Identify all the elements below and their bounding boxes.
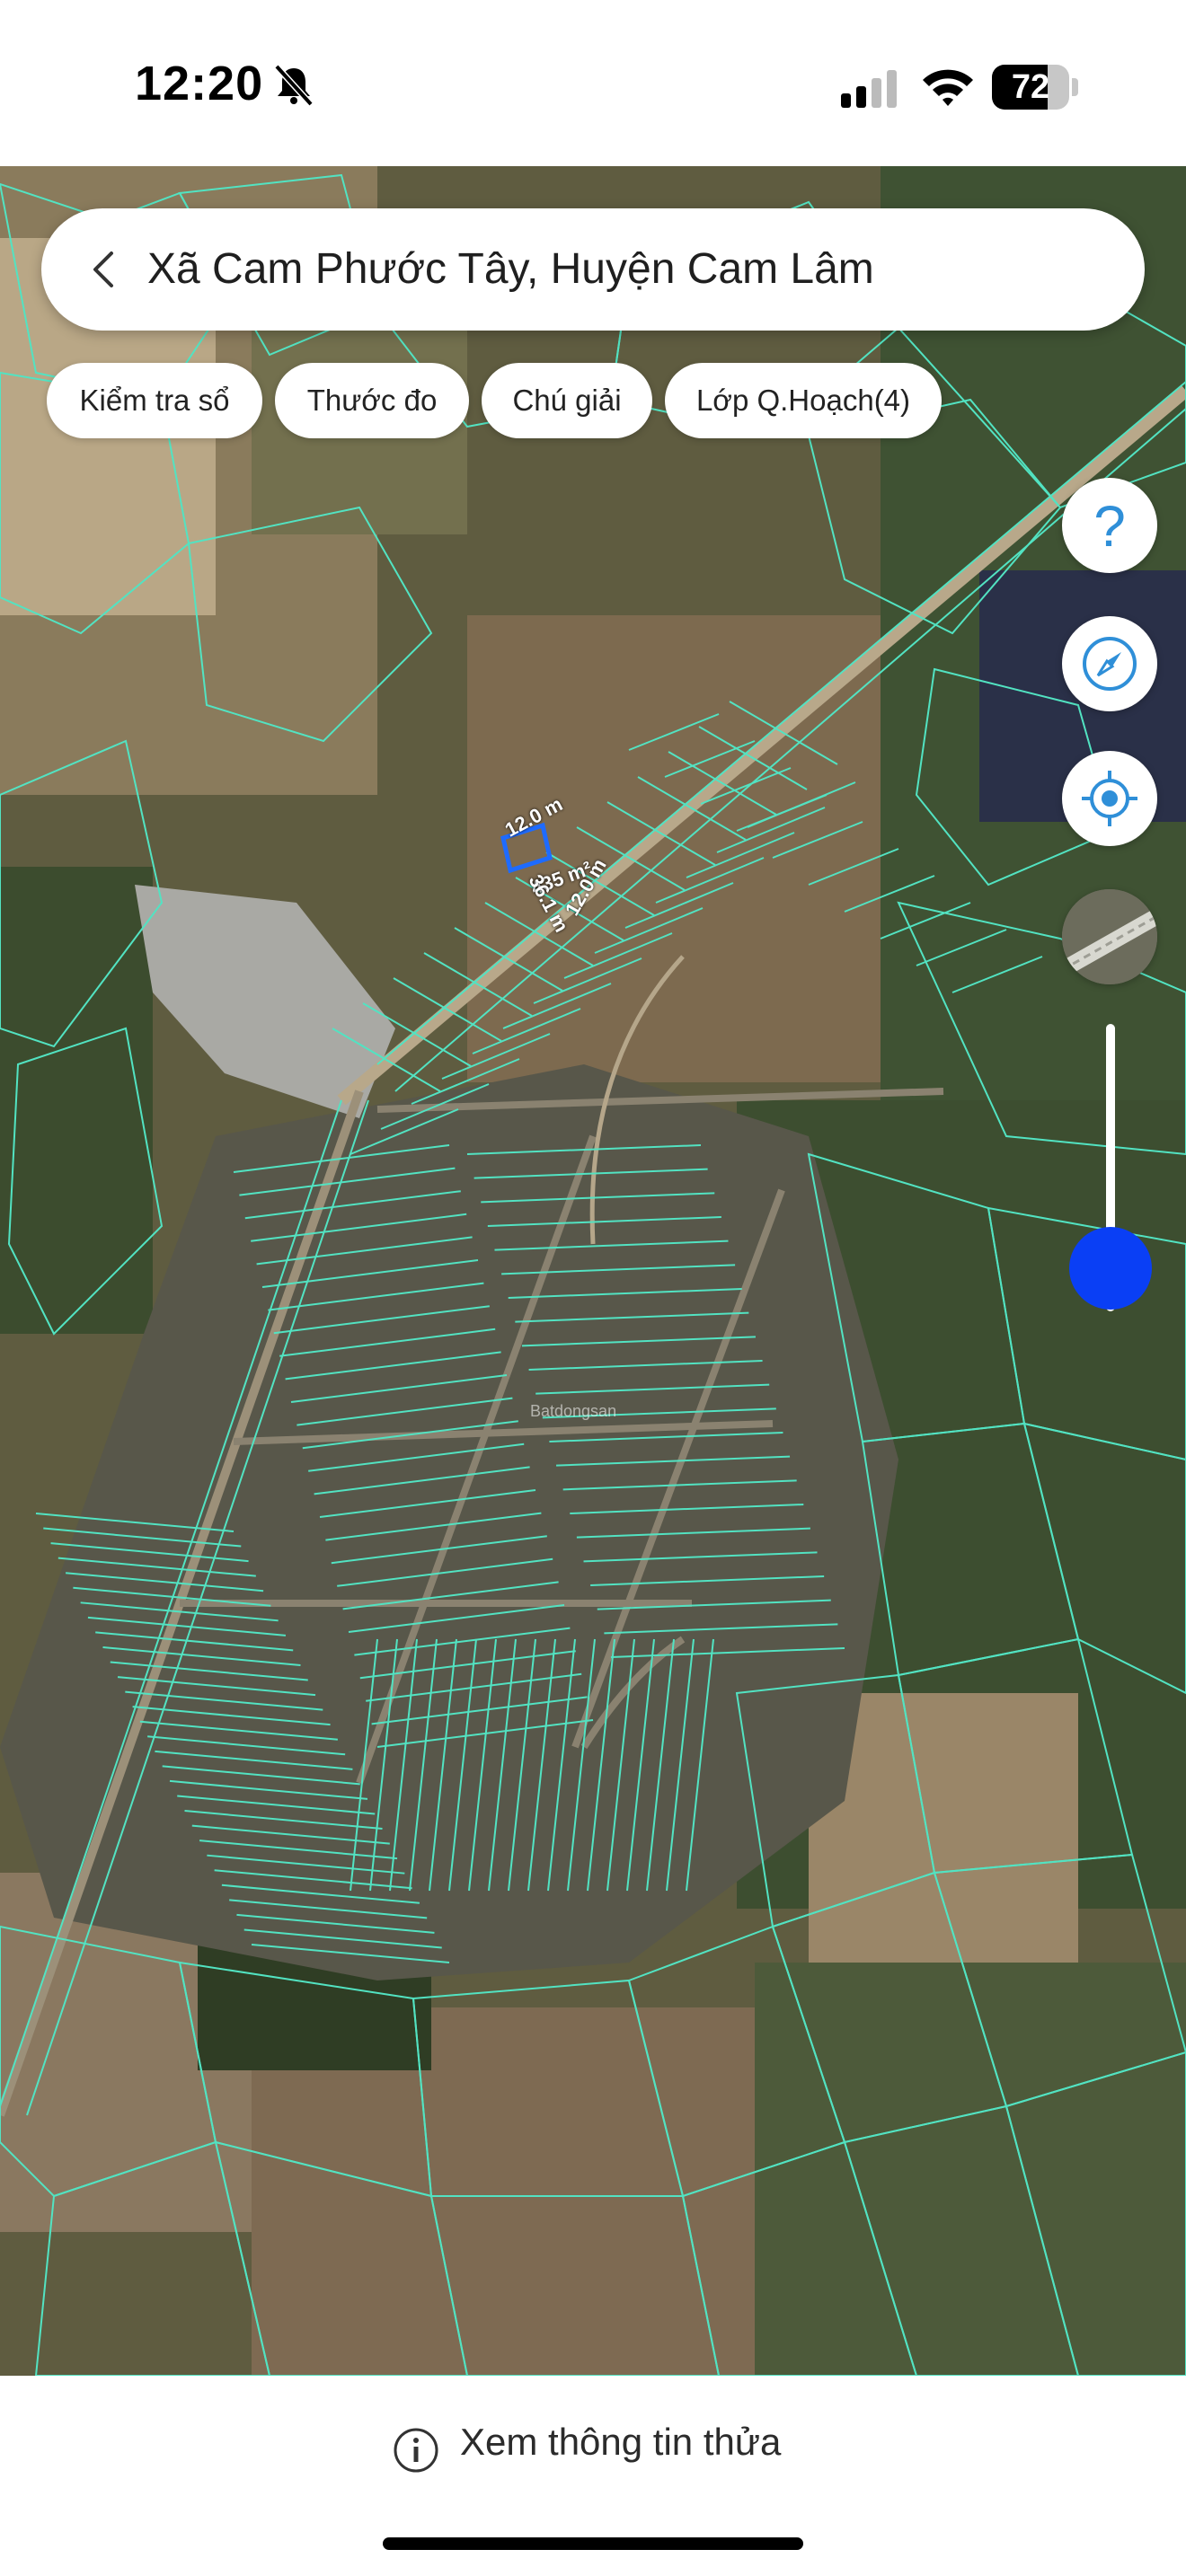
crosshair-icon [1082,771,1137,826]
satellite-map[interactable]: 12.0 m 435 m² 12.0 m 36.1 m Batdongsan [0,166,1186,2376]
info-icon[interactable] [392,2426,440,2475]
chip-planning-layers[interactable]: Lớp Q.Hoạch(4) [665,363,942,438]
wifi-icon [923,69,973,106]
status-bar: 12:20 72 [0,0,1186,166]
home-indicator [383,2537,803,2550]
chip-legend[interactable]: Chú giải [482,363,652,438]
battery-level: 72 [1011,68,1050,106]
chip-check-certificate[interactable]: Kiểm tra sổ [47,363,262,438]
watermark: Batdongsan [530,1402,617,1420]
help-button[interactable]: ? [1062,478,1157,573]
svg-text:?: ? [1093,494,1126,557]
opacity-slider-handle[interactable] [1069,1227,1152,1310]
layer-thumbnail [1062,889,1157,984]
status-time: 12:20 [135,57,264,110]
location-title: Xã Cam Phước Tây, Huyện Cam Lâm [147,245,874,293]
bottom-bar: Xem thông tin thửa [0,2376,1186,2576]
map-layer-toggle[interactable] [1062,889,1157,984]
compass-button[interactable] [1062,616,1157,711]
question-icon: ? [1093,494,1126,557]
chip-ruler[interactable]: Thước đo [275,363,469,438]
parcel-boundaries [0,173,1186,2376]
compass-icon [1083,637,1137,691]
location-search-bar[interactable]: Xã Cam Phước Tây, Huyện Cam Lâm [41,208,1145,331]
view-parcel-info-link[interactable]: Xem thông tin thửa [460,2421,781,2464]
bell-muted-icon [274,64,314,107]
cellular-signal-icon [841,70,897,108]
back-chevron-icon[interactable] [77,243,131,296]
battery-icon: 72 [992,65,1078,110]
my-location-button[interactable] [1062,751,1157,846]
